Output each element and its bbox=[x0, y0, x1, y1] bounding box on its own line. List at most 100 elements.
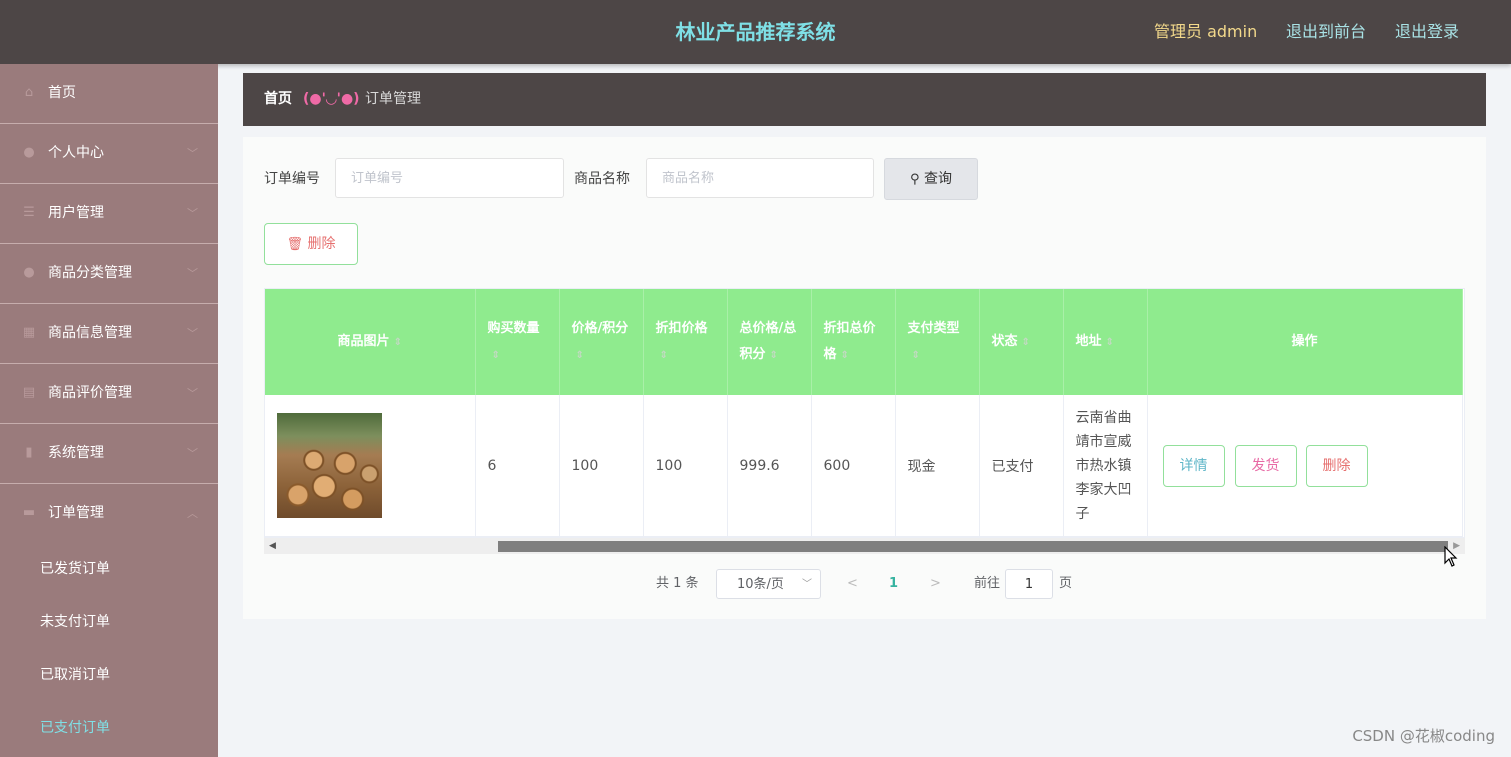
sort-icon[interactable]: ⇕ bbox=[1022, 337, 1030, 348]
chevron-down-icon: ﹀ bbox=[187, 447, 198, 460]
chevron-down-icon: ﹀ bbox=[187, 327, 198, 340]
table-horizontal-scrollbar[interactable]: ◀ ▶ bbox=[264, 538, 1465, 554]
table-row: 6 100 100 999.6 600 现金 已支付 云南省曲靖市宣威市热水镇李… bbox=[265, 395, 1463, 537]
sidebar-item-label: 商品信息管理 bbox=[48, 325, 132, 341]
bar-chart-icon: ▮ bbox=[25, 445, 33, 460]
column-header-quantity[interactable]: 购买数量⇕ bbox=[475, 289, 560, 395]
order-number-label: 订单编号 bbox=[264, 171, 320, 187]
chevron-down-icon: ﹀ bbox=[187, 207, 198, 220]
sidebar-subitem-unpaid[interactable]: 未支付订单 bbox=[0, 596, 218, 649]
sidebar-subitem-shipped[interactable]: 已发货订单 bbox=[0, 543, 218, 596]
breadcrumb-current: 订单管理 bbox=[365, 91, 421, 107]
column-header-actions: 操作 bbox=[1147, 289, 1463, 395]
page-number-current[interactable]: 1 bbox=[889, 569, 898, 599]
sidebar-item-label: 商品评价管理 bbox=[48, 385, 132, 401]
sort-icon[interactable]: ⇕ bbox=[912, 350, 920, 361]
actions-cell: 详情 发货 删除 bbox=[1147, 395, 1463, 537]
sidebar-item-home[interactable]: ⌂ 首页 bbox=[0, 64, 218, 124]
table-header-row: 商品图片 ⇕ 购买数量⇕ 价格/积分⇕ 折扣价格⇕ 总价格/总积分 ⇕ 折扣总价格 ⇕… bbox=[265, 289, 1463, 395]
column-header-status[interactable]: 状态 ⇕ bbox=[979, 289, 1064, 395]
query-button-label: 查询 bbox=[923, 171, 952, 187]
ship-button[interactable]: 发货 bbox=[1234, 445, 1297, 487]
chevron-up-icon: ︿ bbox=[187, 507, 198, 520]
product-image-cell bbox=[265, 395, 476, 537]
discount-total-cell: 600 bbox=[811, 395, 896, 537]
app-title: 林业产品推荐系统 bbox=[675, 20, 836, 44]
sort-icon[interactable]: ⇕ bbox=[394, 337, 402, 348]
goto-label: 前往 bbox=[974, 576, 1001, 591]
breadcrumb-home[interactable]: 首页 bbox=[264, 73, 292, 126]
order-number-input[interactable] bbox=[335, 158, 564, 198]
scrollbar-thumb[interactable] bbox=[498, 541, 1448, 552]
top-header: 林业产品推荐系统 管理员 admin 退出到前台 退出登录 bbox=[0, 0, 1511, 64]
detail-button[interactable]: 详情 bbox=[1162, 445, 1225, 487]
card-icon: ▬ bbox=[22, 505, 36, 520]
goto-page-input[interactable]: 1 bbox=[1005, 569, 1053, 599]
address-cell: 云南省曲靖市宣威市热水镇李家大凹子 bbox=[1063, 395, 1148, 537]
pagination-total: 共 1 条 bbox=[656, 576, 699, 591]
search-icon: ⚲ bbox=[910, 172, 920, 187]
column-header-discount-total[interactable]: 折扣总价格 ⇕ bbox=[811, 289, 896, 395]
sort-icon[interactable]: ⇕ bbox=[660, 350, 668, 361]
sidebar-item-category-management[interactable]: ● 商品分类管理 ﹀ bbox=[0, 244, 218, 304]
sort-icon[interactable]: ⇕ bbox=[576, 350, 584, 361]
prev-page-icon[interactable]: < bbox=[847, 569, 858, 599]
discount-price-cell: 100 bbox=[643, 395, 728, 537]
column-header-image[interactable]: 商品图片 ⇕ bbox=[265, 289, 476, 395]
sort-icon[interactable]: ⇕ bbox=[770, 350, 778, 361]
sidebar-item-review-management[interactable]: ▤ 商品评价管理 ﹀ bbox=[0, 364, 218, 424]
sidebar-item-label: 个人中心 bbox=[48, 145, 104, 161]
back-to-front-link[interactable]: 退出到前台 bbox=[1286, 0, 1366, 64]
logout-link[interactable]: 退出登录 bbox=[1395, 0, 1459, 64]
sidebar-subitem-paid[interactable]: 已支付订单 bbox=[0, 702, 218, 755]
sidebar-item-label: 商品分类管理 bbox=[48, 265, 132, 281]
page-size-value: 10条/页 bbox=[737, 577, 784, 592]
scroll-left-arrow-icon[interactable]: ◀ bbox=[269, 538, 276, 554]
status-cell: 已支付 bbox=[979, 395, 1064, 537]
next-page-icon[interactable]: > bbox=[930, 569, 941, 599]
column-header-pay-type[interactable]: 支付类型⇕ bbox=[895, 289, 980, 395]
grid-icon: ▦ bbox=[22, 325, 36, 340]
delete-button-label: 删除 bbox=[307, 236, 336, 252]
home-icon: ⌂ bbox=[24, 85, 34, 100]
user-icon: ● bbox=[23, 145, 35, 160]
row-delete-button[interactable]: 删除 bbox=[1305, 445, 1368, 487]
sort-icon[interactable]: ⇕ bbox=[1106, 337, 1114, 348]
column-header-price[interactable]: 价格/积分⇕ bbox=[559, 289, 644, 395]
batch-delete-button[interactable]: 🗑 删除 bbox=[264, 223, 358, 265]
admin-user-label: 管理员 admin bbox=[1154, 22, 1258, 41]
chevron-down-icon: ﹀ bbox=[802, 579, 812, 590]
sidebar-subitem-cancelled[interactable]: 已取消订单 bbox=[0, 649, 218, 702]
pay-type-cell: 现金 bbox=[895, 395, 980, 537]
sidebar-item-order-management[interactable]: ▬ 订单管理 ︿ bbox=[0, 484, 218, 543]
total-cell: 999.6 bbox=[727, 395, 812, 537]
content-panel: 订单编号 商品名称 ⚲ 查询 🗑 删除 商品图片⇕ 购买数量⇕ 价格/积分⇕ 折… bbox=[243, 137, 1486, 619]
chevron-down-icon: ﹀ bbox=[187, 267, 198, 280]
product-name-input[interactable] bbox=[646, 158, 874, 198]
column-header-discount-price[interactable]: 折扣价格⇕ bbox=[643, 289, 728, 395]
sidebar-item-label: 首页 bbox=[48, 85, 76, 101]
breadcrumb-separator: (●'◡'●) bbox=[303, 91, 360, 107]
sidebar-item-personal-center[interactable]: ● 个人中心 ﹀ bbox=[0, 124, 218, 184]
chevron-down-icon: ﹀ bbox=[187, 387, 198, 400]
sort-icon[interactable]: ⇕ bbox=[841, 350, 849, 361]
sidebar-item-product-info[interactable]: ▦ 商品信息管理 ﹀ bbox=[0, 304, 218, 364]
column-header-address[interactable]: 地址 ⇕ bbox=[1063, 289, 1148, 395]
orders-table: 商品图片 ⇕ 购买数量⇕ 价格/积分⇕ 折扣价格⇕ 总价格/总积分 ⇕ 折扣总价格 ⇕… bbox=[264, 288, 1465, 538]
sidebar: ⌂ 首页 ● 个人中心 ﹀ ☰ 用户管理 ﹀ ● 商品分类管理 ﹀ ▦ 商品信息… bbox=[0, 64, 218, 757]
sidebar-item-user-management[interactable]: ☰ 用户管理 ﹀ bbox=[0, 184, 218, 244]
product-name-label: 商品名称 bbox=[574, 171, 630, 187]
user-icon: ● bbox=[23, 265, 35, 280]
sidebar-item-system-management[interactable]: ▮ 系统管理 ﹀ bbox=[0, 424, 218, 484]
sort-icon[interactable]: ⇕ bbox=[492, 350, 500, 361]
breadcrumb: 首页 (●'◡'●) 订单管理 bbox=[243, 73, 1486, 126]
clipboard-icon: ▤ bbox=[22, 385, 36, 400]
product-image bbox=[277, 413, 382, 518]
chevron-down-icon: ﹀ bbox=[187, 147, 198, 160]
page-size-select[interactable]: 10条/页 ﹀ bbox=[716, 569, 821, 599]
list-icon: ☰ bbox=[23, 205, 35, 220]
query-button[interactable]: ⚲ 查询 bbox=[884, 158, 978, 200]
sidebar-item-label: 系统管理 bbox=[48, 445, 104, 461]
column-header-total[interactable]: 总价格/总积分 ⇕ bbox=[727, 289, 812, 395]
price-cell: 100 bbox=[559, 395, 644, 537]
